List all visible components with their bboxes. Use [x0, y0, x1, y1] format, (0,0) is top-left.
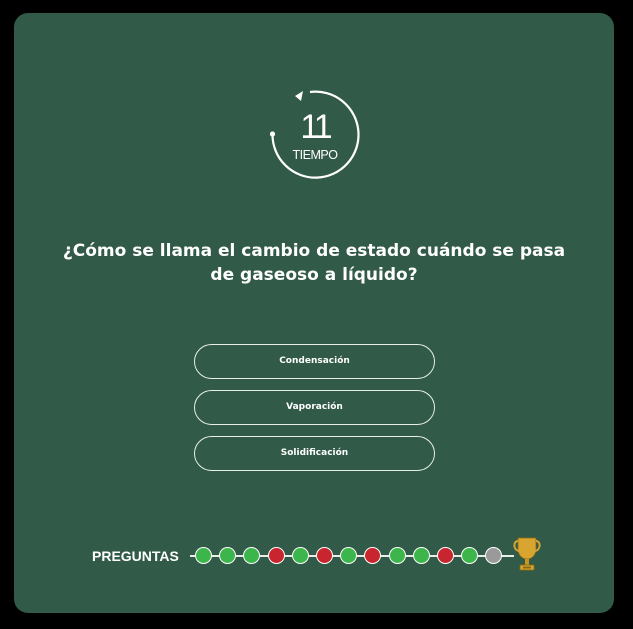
progress-dot-pending [485, 547, 503, 564]
timer: 11 TIEMPO [270, 90, 360, 180]
trophy-icon [513, 537, 541, 571]
progress-dot-correct [291, 547, 309, 564]
game-card: 11 TIEMPO ¿Cómo se llama el cambio de es… [14, 13, 614, 613]
answer-option-1[interactable]: Condensación [194, 344, 435, 379]
progress-dot-correct [412, 547, 430, 564]
answer-option-2[interactable]: Vaporación [194, 390, 435, 425]
progress-dot-correct [195, 547, 212, 564]
progress-dot-wrong [267, 547, 285, 564]
progress-label: PREGUNTAS [92, 548, 179, 564]
progress-dot-correct [461, 547, 479, 564]
progress-dot-wrong [437, 547, 454, 564]
progress-dot-wrong [364, 547, 382, 564]
progress-dot-correct [340, 547, 358, 564]
question-progress: PREGUNTAS [14, 537, 614, 580]
timer-value: 11 [300, 108, 332, 146]
progress-dot-wrong [316, 547, 333, 564]
timer-label: TIEMPO [292, 148, 338, 162]
answer-option-3[interactable]: Solidificación [194, 436, 435, 471]
progress-dot-correct [219, 547, 237, 564]
question-text: ¿Cómo se llama el cambio de estado cuánd… [62, 241, 566, 285]
progress-dot-correct [243, 547, 261, 564]
progress-dot-correct [388, 547, 406, 564]
